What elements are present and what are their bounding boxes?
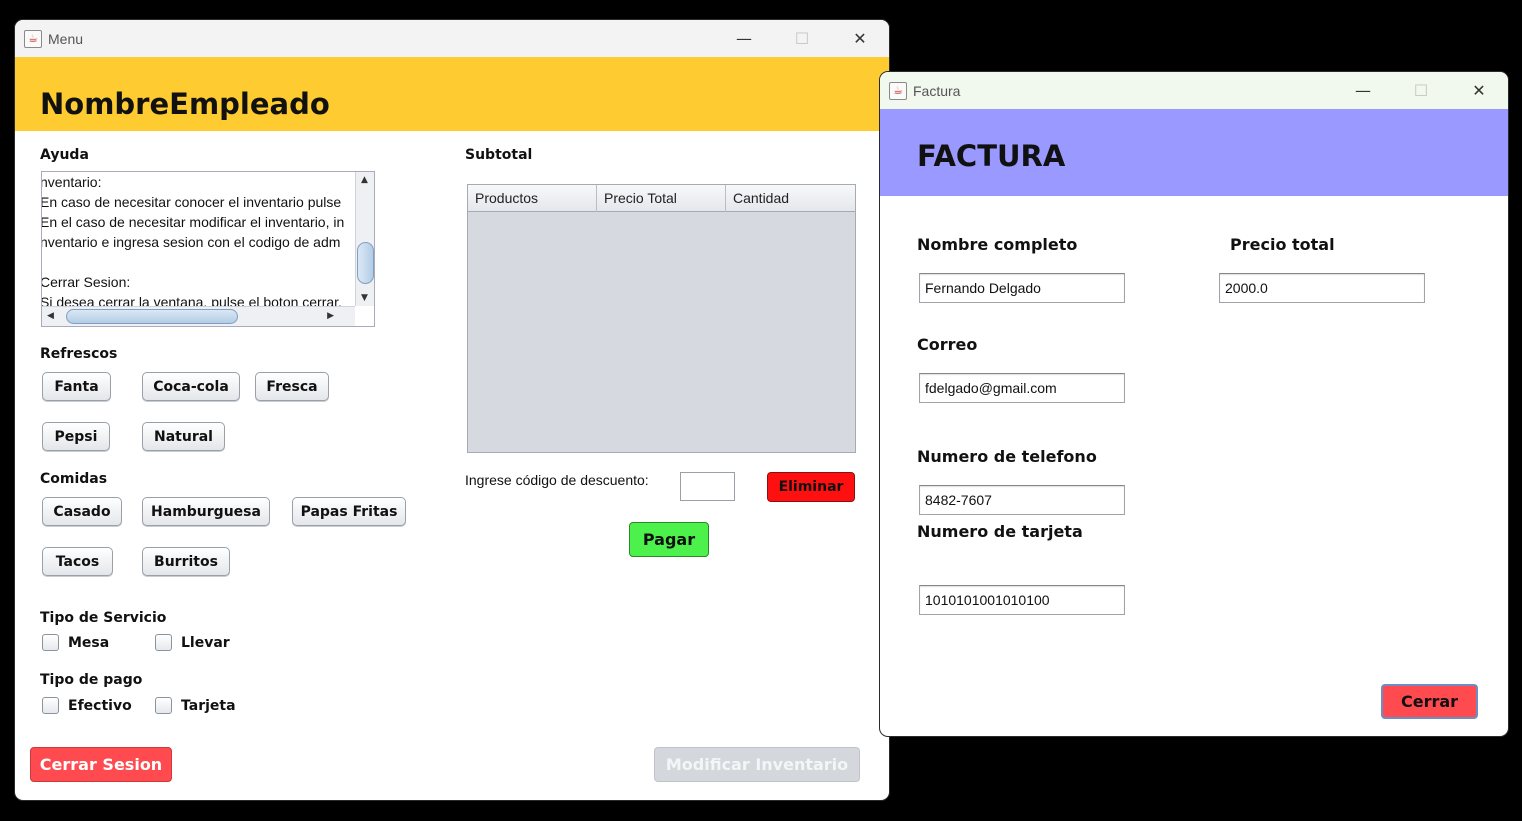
checkbox-box[interactable]: [42, 634, 59, 651]
help-line: En caso de necesitar conocer el inventar…: [42, 194, 342, 210]
help-textarea[interactable]: nventario: En caso de necesitar conocer …: [41, 171, 375, 327]
burritos-button[interactable]: Burritos: [142, 547, 230, 576]
scroll-right-icon[interactable]: ▶: [327, 311, 334, 321]
menu-titlebar: ☕ Menu — ☐ ✕: [15, 20, 889, 57]
factura-window: ☕ Factura — ☐ ✕ FACTURA Nombre completo …: [880, 72, 1508, 736]
help-line: nventario:: [42, 174, 102, 190]
comidas-label: Comidas: [40, 471, 108, 487]
maximize-icon: ☐: [1413, 81, 1429, 100]
menu-header: NombreEmpleado: [15, 57, 889, 131]
help-line: En el caso de necesitar modificar el inv…: [42, 214, 345, 230]
natural-button[interactable]: Natural: [142, 422, 225, 451]
employee-name: NombreEmpleado: [40, 87, 330, 121]
tipo-servicio-label: Tipo de Servicio: [40, 610, 167, 626]
tarjeta-label: Numero de tarjeta: [917, 522, 1083, 541]
cerrar-sesion-button[interactable]: Cerrar Sesion: [30, 747, 172, 782]
checkbox-box[interactable]: [42, 697, 59, 714]
casado-button[interactable]: Casado: [42, 497, 122, 526]
pepsi-button[interactable]: Pepsi: [42, 422, 110, 451]
column-header-precio-total[interactable]: Precio Total: [597, 185, 726, 212]
discount-label: Ingrese código de descuento:: [465, 472, 649, 488]
help-label: Ayuda: [40, 147, 89, 163]
factura-titlebar: ☕ Factura — ☐ ✕: [880, 72, 1508, 109]
maximize-icon: ☐: [794, 29, 810, 48]
table-header: Productos Precio Total Cantidad: [468, 185, 855, 212]
help-line: nventario e ingresa sesion con el codigo…: [42, 234, 341, 250]
scroll-left-icon[interactable]: ◀: [47, 311, 54, 321]
tipo-pago-label: Tipo de pago: [40, 672, 143, 688]
tacos-button[interactable]: Tacos: [42, 547, 113, 576]
close-icon[interactable]: ✕: [1450, 72, 1508, 109]
checkbox-label: Tarjeta: [181, 697, 236, 714]
column-header-productos[interactable]: Productos: [468, 185, 597, 212]
precio-field[interactable]: [1219, 273, 1425, 303]
minimize-icon[interactable]: —: [715, 20, 773, 57]
menu-window: ☕ Menu — ☐ ✕ NombreEmpleado Ayuda nventa…: [15, 20, 889, 800]
help-line: [42, 252, 355, 272]
minimize-icon[interactable]: —: [1334, 72, 1392, 109]
coca-cola-button[interactable]: Coca-cola: [142, 372, 240, 401]
telefono-label: Numero de telefono: [917, 447, 1097, 466]
fanta-button[interactable]: Fanta: [42, 372, 111, 401]
factura-header: FACTURA: [880, 109, 1508, 196]
checkbox-box[interactable]: [155, 697, 172, 714]
scroll-down-icon[interactable]: ▼: [361, 293, 368, 303]
vertical-scrollbar[interactable]: ▲ ▼: [355, 172, 374, 306]
hamburguesa-button[interactable]: Hamburguesa: [142, 497, 270, 526]
window-title: Menu: [48, 30, 84, 47]
tarjeta-field[interactable]: [919, 585, 1125, 615]
factura-title: FACTURA: [917, 139, 1066, 173]
help-line: Cerrar Sesion:: [42, 274, 131, 290]
precio-label: Precio total: [1230, 235, 1335, 254]
subtotal-label: Subtotal: [465, 147, 533, 163]
window-title: Factura: [913, 82, 961, 99]
checkbox-box[interactable]: [155, 634, 172, 651]
subtotal-table[interactable]: Productos Precio Total Cantidad: [467, 184, 856, 453]
horizontal-scroll-thumb[interactable]: [66, 309, 238, 324]
papas-fritas-button[interactable]: Papas Fritas: [292, 497, 406, 526]
column-header-cantidad[interactable]: Cantidad: [726, 185, 855, 212]
llevar-checkbox[interactable]: Llevar: [155, 634, 230, 651]
scroll-up-icon[interactable]: ▲: [361, 175, 368, 185]
nombre-label: Nombre completo: [917, 235, 1078, 254]
eliminar-button[interactable]: Eliminar: [767, 472, 855, 502]
vertical-scroll-thumb[interactable]: [357, 242, 374, 284]
cerrar-button[interactable]: Cerrar: [1381, 684, 1478, 719]
pagar-button[interactable]: Pagar: [629, 522, 709, 557]
checkbox-label: Mesa: [68, 634, 110, 651]
refrescos-label: Refrescos: [40, 346, 118, 362]
help-text: nventario: En caso de necesitar conocer …: [42, 172, 355, 306]
close-icon[interactable]: ✕: [831, 20, 889, 57]
checkbox-label: Efectivo: [68, 697, 132, 714]
correo-label: Correo: [917, 335, 978, 354]
modificar-inventario-button: Modificar Inventario: [654, 747, 860, 782]
efectivo-checkbox[interactable]: Efectivo: [42, 697, 132, 714]
checkbox-label: Llevar: [181, 634, 230, 651]
horizontal-scrollbar[interactable]: ◀ ▶: [42, 306, 355, 326]
telefono-field[interactable]: [919, 485, 1125, 515]
mesa-checkbox[interactable]: Mesa: [42, 634, 109, 651]
java-icon: ☕: [24, 29, 42, 48]
discount-input[interactable]: [680, 472, 735, 501]
fresca-button[interactable]: Fresca: [255, 372, 329, 401]
correo-field[interactable]: [919, 373, 1125, 403]
nombre-field[interactable]: [919, 273, 1125, 303]
tarjeta-checkbox[interactable]: Tarjeta: [155, 697, 236, 714]
java-icon: ☕: [889, 81, 907, 100]
help-line: Si desea cerrar la ventana, pulse el bot…: [42, 294, 342, 306]
